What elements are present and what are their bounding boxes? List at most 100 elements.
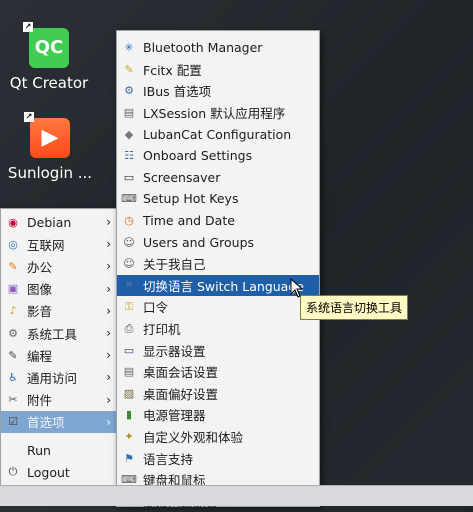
submenu-item-ibus[interactable]: ⚙ IBus 首选项 — [117, 80, 319, 102]
lxsession-icon: ▤ — [123, 106, 135, 120]
menu-item-label: 编程 — [27, 348, 53, 364]
menu-item-label: Screensaver — [143, 169, 221, 185]
chevron-right-icon: › — [106, 392, 111, 407]
internet-icon: ◎ — [8, 237, 18, 251]
language-support-icon: ⚑ — [124, 451, 134, 465]
accessibility-icon: ♿ — [8, 370, 18, 384]
menu-item-label: Fcitx 配置 — [143, 62, 202, 78]
submenu-item-desktop-prefs[interactable]: ▨ 桌面偏好设置 — [117, 383, 319, 405]
preferences-icon: ☑ — [8, 415, 18, 429]
submenu-item-password[interactable]: ⚿ 口令 — [117, 296, 319, 318]
main-menu-item-preferences[interactable]: ☑ 首选项 › — [1, 410, 117, 433]
run-icon — [5, 442, 21, 458]
submenu-item-session[interactable]: ▤ 桌面会话设置 — [117, 361, 319, 383]
submenu-item-screensaver[interactable]: ▭ Screensaver — [117, 167, 319, 189]
menu-item-label: LubanCat Configuration — [143, 126, 292, 142]
users-icon: ☺ — [123, 235, 135, 249]
menu-item-label: 自定义外观和体验 — [143, 430, 244, 446]
sunlogin-icon: ↗ ▶ — [24, 112, 70, 158]
lubancat-icon: ◆ — [124, 127, 134, 141]
appearance-icon: ✦ — [124, 430, 134, 444]
submenu-item-lubancat[interactable]: ◆ LubanCat Configuration — [117, 123, 319, 145]
taskbar — [0, 485, 473, 506]
menu-item-label: 切换语言 Switch Language — [143, 278, 304, 294]
submenu-item-display[interactable]: ▭ 显示器设置 — [117, 339, 319, 361]
language-icon: ⚑ — [124, 278, 134, 292]
menu-item-label: Logout — [27, 464, 70, 480]
submenu-item-onboard[interactable]: ☷ Onboard Settings — [117, 145, 319, 167]
chevron-right-icon: › — [106, 215, 111, 230]
menu-item-label: Time and Date — [143, 213, 235, 229]
menu-item-label: 办公 — [27, 259, 53, 275]
main-menu: ◉ Debian › ◎ 互联网 › ✎ 办公 › ▣ 图像 › ♪ 影音 › ⚙ 系统工具 › ✎ 编程 › ♿ 通用访问… — [0, 208, 118, 488]
main-menu-item-accessibility[interactable]: ♿ 通用访问 › — [1, 366, 117, 388]
mouse-pointer-icon — [290, 278, 304, 298]
submenu-item-hotkeys[interactable]: ⌨ Setup Hot Keys — [117, 188, 319, 210]
qt-creator-icon: ↗ QC — [23, 22, 69, 68]
tooltip: 系统语言切换工具 — [300, 295, 409, 320]
printer-icon: ⎙ — [124, 321, 134, 335]
menu-item-label: 互联网 — [27, 237, 65, 253]
graphics-icon: ▣ — [7, 282, 19, 296]
menu-item-label: 桌面偏好设置 — [143, 386, 219, 402]
menu-item-label: 显示器设置 — [143, 343, 206, 359]
menu-item-label: 电源管理器 — [143, 408, 206, 424]
menu-item-label: Onboard Settings — [143, 148, 253, 164]
main-menu-item-accessories[interactable]: ✂ 附件 › — [1, 389, 117, 411]
main-menu-item-office[interactable]: ✎ 办公 › — [1, 255, 117, 277]
main-menu-item-programming[interactable]: ✎ 编程 › — [1, 344, 117, 366]
desktop-icon-qt-creator[interactable]: ↗ QC Qt Creator — [8, 22, 90, 92]
menu-item-label: 系统工具 — [27, 326, 78, 342]
chevron-right-icon: › — [106, 348, 111, 363]
tooltip-text: 系统语言切换工具 — [306, 301, 403, 315]
main-menu-item-internet[interactable]: ◎ 互联网 › — [1, 233, 117, 255]
menu-item-label: 影音 — [27, 304, 53, 320]
menu-item-label: 首选项 — [27, 415, 65, 431]
main-menu-item-debian[interactable]: ◉ Debian › — [1, 211, 117, 233]
shortcut-arrow-icon: ↗ — [24, 112, 34, 122]
main-menu-item-run[interactable]: Run — [1, 439, 117, 461]
main-menu-item-logout[interactable]: ⏻ Logout — [1, 461, 117, 483]
submenu-item-appearance[interactable]: ✦ 自定义外观和体验 — [117, 426, 319, 448]
menu-item-label: Run — [27, 442, 51, 458]
main-menu-item-graphics[interactable]: ▣ 图像 › — [1, 278, 117, 300]
media-icon: ♪ — [9, 304, 17, 318]
chevron-right-icon: › — [106, 326, 111, 341]
submenu-item-language[interactable]: ⚑ 切换语言 Switch Language — [117, 274, 319, 297]
submenu-item-about-me[interactable]: ☺ 关于我自己 — [117, 253, 319, 275]
desktop-prefs-icon: ▨ — [123, 386, 135, 400]
main-menu-item-system-tools[interactable]: ⚙ 系统工具 › — [1, 322, 117, 344]
ibus-icon: ⚙ — [124, 84, 134, 98]
submenu-item-fcitx[interactable]: ✎ Fcitx 配置 — [117, 59, 319, 81]
bluetooth-icon: ✳ — [124, 41, 134, 55]
shortcut-arrow-icon: ↗ — [23, 22, 33, 32]
office-icon: ✎ — [8, 259, 18, 273]
chevron-right-icon: › — [106, 303, 111, 318]
submenu-item-power[interactable]: ▮ 电源管理器 — [117, 404, 319, 426]
about-me-icon: ☺ — [123, 257, 135, 271]
menu-item-label: 通用访问 — [27, 370, 78, 386]
submenu-item-printer[interactable]: ⎙ 打印机 — [117, 318, 319, 340]
onboard-icon: ☷ — [124, 149, 134, 163]
menu-item-label: Setup Hot Keys — [143, 191, 239, 207]
logout-icon: ⏻ — [8, 465, 18, 479]
submenu-item-users[interactable]: ☺ Users and Groups — [117, 231, 319, 253]
submenu-item-clock[interactable]: ◷ Time and Date — [117, 210, 319, 232]
submenu-item-bluetooth[interactable]: ✳ Bluetooth Manager — [117, 37, 319, 59]
main-menu-item-media[interactable]: ♪ 影音 › — [1, 300, 117, 322]
chevron-right-icon: › — [106, 237, 111, 252]
screensaver-icon: ▭ — [123, 170, 135, 184]
menu-item-label: 图像 — [27, 282, 53, 298]
submenu-item-lxsession[interactable]: ▤ LXSession 默认应用程序 — [117, 102, 319, 124]
display-icon: ▭ — [123, 343, 135, 357]
menu-item-label: Bluetooth Manager — [143, 40, 263, 56]
chevron-right-icon: › — [106, 414, 111, 429]
menu-item-label: IBus 首选项 — [143, 84, 212, 100]
session-icon: ▤ — [123, 365, 135, 379]
submenu-item-language-support[interactable]: ⚑ 语言支持 — [117, 447, 319, 469]
menu-item-label: 语言支持 — [143, 451, 194, 467]
desktop-icon-sunlogin[interactable]: ↗ ▶ Sunlogin ... — [4, 112, 96, 182]
fcitx-icon: ✎ — [124, 62, 134, 76]
menu-item-label: Debian — [27, 214, 72, 230]
debian-icon: ◉ — [8, 215, 18, 229]
